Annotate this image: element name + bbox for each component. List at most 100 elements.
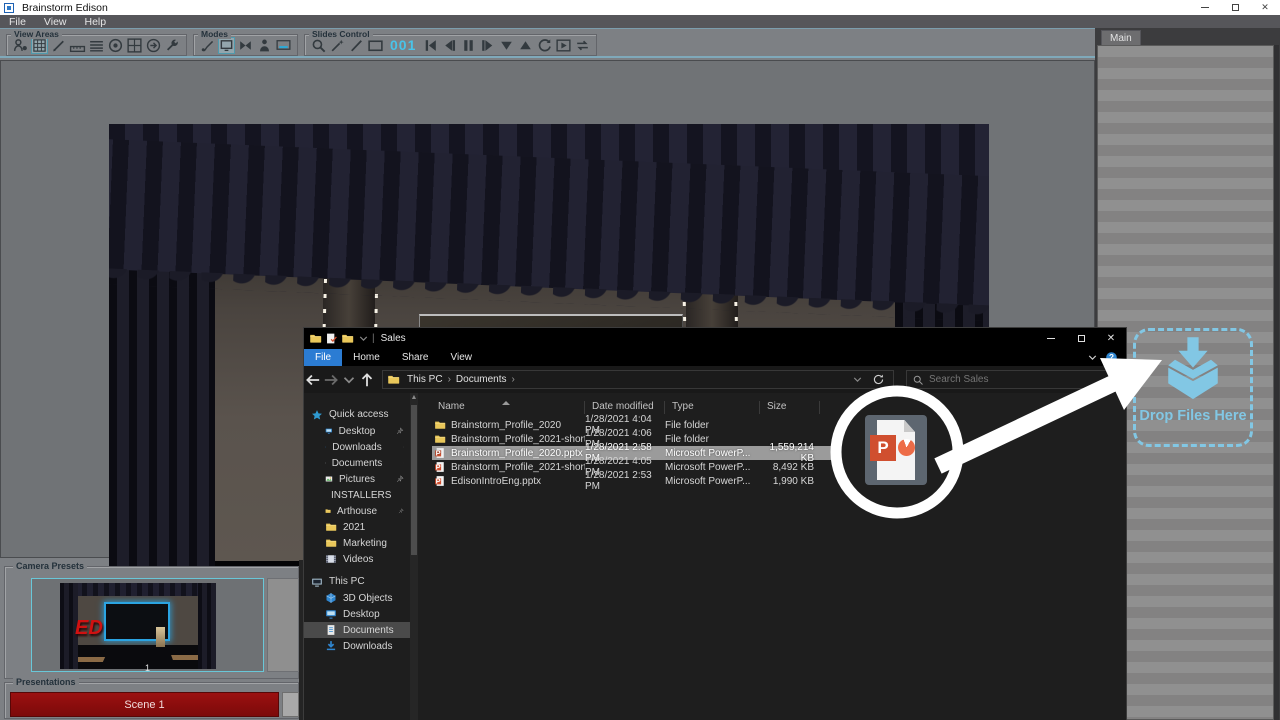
arrow-circle-icon[interactable] (145, 37, 162, 54)
monitor-icon[interactable] (218, 37, 235, 54)
viewport-grid-icon[interactable] (31, 37, 48, 54)
sidebar-item-downloads[interactable]: Downloads (304, 439, 410, 455)
sidebar-section-quick-access[interactable]: Quick access (304, 406, 410, 423)
scene-aux-cell[interactable] (282, 692, 299, 717)
pause-icon[interactable] (460, 37, 477, 54)
pen-line-icon[interactable] (50, 37, 67, 54)
magnifier-icon[interactable] (310, 37, 327, 54)
qat-properties-icon[interactable] (325, 332, 338, 345)
explorer-maximize-button[interactable] (1066, 329, 1096, 349)
refresh-icon[interactable] (872, 373, 885, 386)
up-button[interactable] (358, 372, 376, 388)
wrench-icon[interactable] (164, 37, 181, 54)
slide-frame-icon[interactable] (367, 37, 384, 54)
tri-down-icon[interactable] (498, 37, 515, 54)
close-button[interactable]: ✕ (1250, 1, 1280, 15)
column-header-type[interactable]: Type (665, 401, 760, 414)
address-bar[interactable]: This PC›Documents› (382, 370, 894, 389)
column-header-date-modified[interactable]: Date modified (585, 401, 665, 414)
bowtie-icon[interactable] (237, 37, 254, 54)
step-back-icon[interactable] (441, 37, 458, 54)
paint-brush-icon[interactable] (199, 37, 216, 54)
ribbon-tab-view[interactable]: View (440, 349, 484, 366)
camera-preset-slot-2[interactable] (267, 578, 299, 672)
pc-icon (311, 576, 323, 588)
scene-1-button[interactable]: Scene 1 (10, 692, 279, 717)
tri-up-icon[interactable] (517, 37, 534, 54)
breadcrumb-this-pc[interactable]: This PC (404, 374, 446, 385)
refresh-icon[interactable] (536, 37, 553, 54)
qat-customize-chevron[interactable] (357, 332, 370, 345)
screen-text-icon[interactable] (275, 37, 292, 54)
sidebar-item-videos[interactable]: Videos (304, 551, 410, 567)
sidebar-item-2021[interactable]: 2021 (304, 519, 410, 535)
menu-view[interactable]: View (35, 16, 76, 28)
loop-icon[interactable] (574, 37, 591, 54)
desktop-icon (325, 425, 333, 437)
tab-main[interactable]: Main (1101, 30, 1141, 45)
search-box[interactable] (906, 370, 1126, 389)
doc-icon (325, 624, 337, 636)
sidebar-item-3d-objects[interactable]: 3D Objects (304, 590, 410, 606)
slash-icon[interactable] (348, 37, 365, 54)
scrollbar-up-arrow[interactable]: ▲ (410, 393, 418, 403)
sidebar-item-downloads[interactable]: Downloads (304, 638, 410, 654)
qat-new-folder-icon[interactable] (341, 332, 354, 345)
address-dropdown-chevron[interactable] (851, 373, 864, 386)
sidebar-scrollbar[interactable]: ▲ (410, 393, 418, 720)
back-button[interactable] (304, 372, 322, 388)
explorer-minimize-button[interactable] (1036, 329, 1066, 349)
minimize-button[interactable] (1190, 1, 1220, 15)
ribbon-tab-share[interactable]: Share (391, 349, 440, 366)
sidebar-item-arthouse[interactable]: Arthouse (304, 503, 410, 519)
download-icon (325, 640, 337, 652)
search-input[interactable] (929, 374, 1089, 385)
user-camera-icon[interactable] (12, 37, 29, 54)
drop-box-icon (1157, 335, 1229, 407)
play-slide-icon[interactable] (555, 37, 572, 54)
scrollbar-handle[interactable] (411, 405, 417, 555)
help-icon[interactable]: ? (1105, 351, 1118, 364)
qat-folder-icon[interactable] (309, 332, 322, 345)
sidebar-item-desktop[interactable]: Desktop (304, 423, 410, 439)
forward-button[interactable] (322, 372, 340, 388)
magic-wand-icon[interactable] (329, 37, 346, 54)
file-row-edisonintroeng-pptx[interactable]: PEdisonIntroEng.pptx1/28/2021 2:53 PMMic… (432, 474, 834, 488)
aperture-icon[interactable] (107, 37, 124, 54)
sidebar-item-documents[interactable]: Documents (304, 622, 410, 638)
toolbar-group-label: Modes (198, 29, 231, 39)
step-forward-icon[interactable] (479, 37, 496, 54)
ribbon-tab-home[interactable]: Home (342, 349, 391, 366)
recent-locations-chevron[interactable] (340, 372, 358, 388)
ribbon-tab-file[interactable]: File (304, 349, 342, 366)
skip-start-icon[interactable] (422, 37, 439, 54)
menu-file[interactable]: File (0, 16, 35, 28)
sidebar-item-installers[interactable]: INSTALLERS (304, 487, 410, 503)
file-explorer-window[interactable]: | Sales ✕ FileHomeShareView? This PC›Doc… (303, 327, 1127, 720)
app-titlebar: Brainstorm Edison ✕ (0, 0, 1280, 15)
sidebar-item-desktop[interactable]: Desktop (304, 606, 410, 622)
column-header-size[interactable]: Size (760, 401, 820, 414)
file-date: 1/28/2021 2:53 PM (585, 470, 665, 492)
person-icon[interactable] (256, 37, 273, 54)
sidebar-item-pictures[interactable]: Pictures (304, 471, 410, 487)
playlist-scrollbar[interactable] (1274, 45, 1279, 720)
breadcrumb-documents[interactable]: Documents (453, 374, 510, 385)
camera-preset-slot-1[interactable]: ED (31, 578, 264, 672)
thumb-ed-text: ED (75, 617, 103, 640)
camera-preset-thumbnail[interactable]: ED (60, 583, 216, 669)
explorer-titlebar[interactable]: | Sales ✕ (304, 328, 1126, 349)
sidebar-item-marketing[interactable]: Marketing (304, 535, 410, 551)
quick-access-toolbar (309, 332, 370, 345)
column-header-name[interactable]: Name (418, 401, 585, 414)
drop-files-zone[interactable]: Drop Files Here (1133, 328, 1253, 447)
sidebar-item-documents[interactable]: Documents (304, 455, 410, 471)
sidebar-section-this-pc[interactable]: This PC (304, 573, 410, 590)
grid-window-icon[interactable] (126, 37, 143, 54)
ruler-icon[interactable] (69, 37, 86, 54)
ribbon-collapse-chevron[interactable] (1086, 351, 1099, 364)
explorer-close-button[interactable]: ✕ (1096, 329, 1126, 349)
stack-rows-icon[interactable] (88, 37, 105, 54)
menu-help[interactable]: Help (76, 16, 116, 28)
restore-button[interactable] (1220, 1, 1250, 15)
